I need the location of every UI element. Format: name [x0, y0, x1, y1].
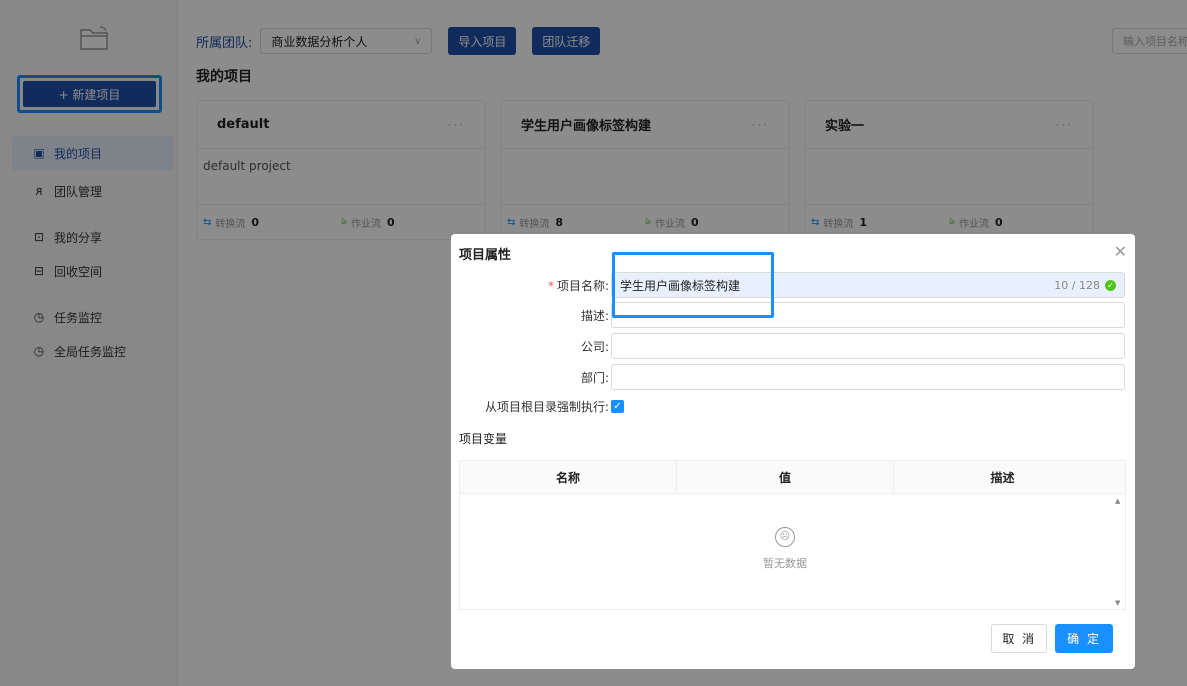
- project-properties-dialog: 项目属性 ✕ * 项目名称: 学生用户画像标签构建 10 / 128 ✓ 描述: 公…: [451, 234, 1135, 669]
- company-input[interactable]: [611, 333, 1125, 359]
- vars-section-title: 项目变量: [459, 432, 508, 446]
- empty-text: 暂无数据: [763, 557, 807, 570]
- dialog-title: 项目属性: [459, 248, 512, 263]
- scroll-up-icon[interactable]: ▲: [1115, 497, 1120, 505]
- col-header-name: 名称: [460, 461, 677, 493]
- scrollbar[interactable]: ▲ ▼: [1115, 497, 1123, 607]
- dept-label: 部门:: [580, 370, 609, 385]
- col-header-value: 值: [677, 461, 894, 493]
- name-row: * 项目名称: 学生用户画像标签构建 10 / 128 ✓: [451, 272, 1135, 298]
- company-row: 公司:: [451, 333, 1135, 359]
- ok-button[interactable]: 确 定: [1055, 624, 1113, 653]
- sad-face-icon: ☹: [775, 527, 795, 547]
- desc-label: 描述:: [580, 308, 609, 323]
- vars-table: 名称 值 描述 ☹ 暂无数据 ▲ ▼: [459, 460, 1126, 610]
- desc-row: 描述:: [451, 302, 1135, 328]
- dept-row: 部门:: [451, 364, 1135, 390]
- company-label: 公司:: [580, 339, 609, 354]
- force-exec-label: 从项目根目录强制执行:: [484, 399, 609, 414]
- scroll-down-icon[interactable]: ▼: [1115, 599, 1120, 607]
- col-header-desc: 描述: [990, 470, 1015, 485]
- cancel-button[interactable]: 取 消: [991, 624, 1048, 653]
- force-exec-checkbox[interactable]: ✓: [611, 399, 624, 413]
- force-row: 从项目根目录强制执行: ✓: [451, 393, 1135, 419]
- name-char-count: 10 / 128: [1054, 278, 1100, 292]
- empty-state: ☹ 暂无数据: [460, 527, 1110, 571]
- name-label: 项目名称:: [556, 278, 609, 293]
- check-circle-icon: ✓: [1105, 279, 1116, 291]
- close-icon[interactable]: ✕: [1114, 242, 1127, 261]
- required-mark: *: [547, 278, 554, 293]
- department-input[interactable]: [611, 364, 1125, 390]
- name-field-highlight: [612, 252, 774, 318]
